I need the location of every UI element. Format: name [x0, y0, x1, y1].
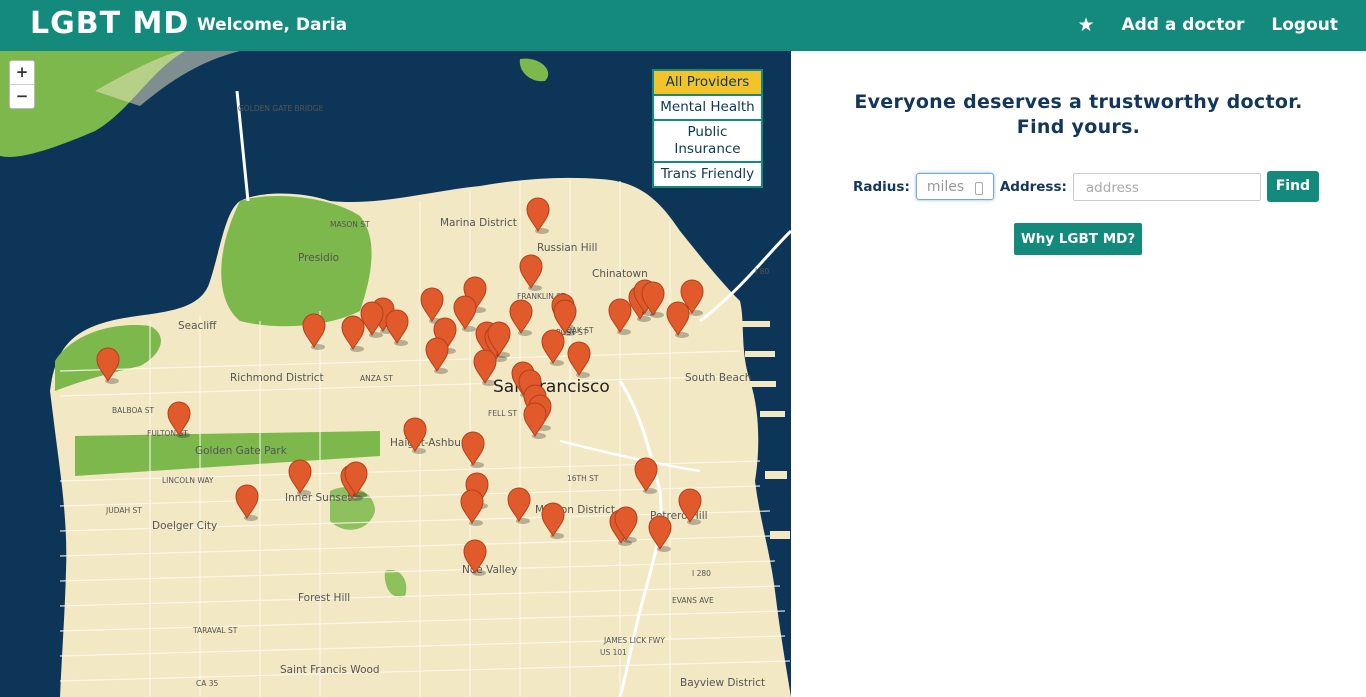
svg-text:Presidio: Presidio: [298, 252, 339, 264]
address-label: Address:: [999, 178, 1067, 195]
svg-text:Forest Hill: Forest Hill: [298, 592, 350, 604]
svg-text:Seacliff: Seacliff: [178, 320, 217, 332]
star-icon[interactable]: ★: [1077, 14, 1094, 36]
svg-text:Chinatown: Chinatown: [592, 268, 648, 280]
svg-text:GOLDEN GATE BRIDGE: GOLDEN GATE BRIDGE: [238, 104, 324, 113]
svg-text:JAMES LICK FWY: JAMES LICK FWY: [603, 636, 665, 645]
filter-trans-friendly[interactable]: Trans Friendly: [654, 163, 761, 186]
svg-text:Bayview District: Bayview District: [680, 677, 765, 689]
svg-text:Russian Hill: Russian Hill: [537, 242, 597, 254]
address-placeholder: address: [1085, 179, 1139, 196]
zoom-in-button[interactable]: +: [10, 61, 34, 85]
search-panel: Everyone deserves a trustworthy doctor. …: [791, 51, 1366, 697]
svg-text:Golden Gate Park: Golden Gate Park: [195, 445, 288, 457]
nav-links: ★ Add a doctor Logout: [1077, 14, 1338, 36]
why-lgbt-md-button[interactable]: Why LGBT MD?: [1014, 223, 1142, 255]
svg-text:Richmond District: Richmond District: [230, 372, 324, 384]
filter-mental-health[interactable]: Mental Health: [654, 96, 761, 121]
map-label: Marina District: [440, 217, 517, 229]
tagline: Everyone deserves a trustworthy doctor. …: [791, 90, 1366, 140]
add-doctor-link[interactable]: Add a doctor: [1121, 15, 1244, 35]
city-label: San Francisco: [493, 377, 610, 397]
top-navbar: LGBT MD Welcome, Daria ★ Add a doctor Lo…: [0, 0, 1366, 51]
svg-text:US 101: US 101: [600, 648, 627, 657]
svg-text:MASON ST: MASON ST: [330, 220, 370, 229]
provider-map[interactable]: Marina District Presidio Richmond Distri…: [0, 51, 791, 697]
svg-text:I 80: I 80: [755, 267, 769, 276]
svg-text:South Beach: South Beach: [685, 372, 751, 384]
svg-text:Haight-Ashbury: Haight-Ashbury: [390, 437, 471, 449]
find-button[interactable]: Find: [1266, 171, 1319, 202]
svg-text:Saint Francis Wood: Saint Francis Wood: [280, 664, 380, 676]
filter-public-insurance[interactable]: Public Insurance: [654, 121, 761, 163]
svg-text:Inner Sunset: Inner Sunset: [285, 492, 352, 504]
search-form: Radius: miles Address: address Find: [853, 171, 1319, 202]
svg-text:ANZA ST: ANZA ST: [360, 374, 393, 383]
radius-input[interactable]: miles: [915, 173, 994, 200]
brand-logo[interactable]: LGBT MD: [30, 6, 189, 41]
svg-text:TARAVAL ST: TARAVAL ST: [192, 626, 238, 635]
svg-text:BALBOA ST: BALBOA ST: [112, 406, 155, 415]
svg-text:CA 35: CA 35: [196, 679, 219, 688]
tagline-line-2: Find yours.: [1016, 116, 1141, 138]
svg-text:Doelger City: Doelger City: [152, 520, 217, 532]
svg-text:LINCOLN WAY: LINCOLN WAY: [162, 476, 214, 485]
zoom-out-button[interactable]: −: [10, 85, 34, 108]
filter-all-providers[interactable]: All Providers: [654, 71, 761, 96]
address-input[interactable]: address: [1072, 172, 1261, 201]
provider-filter: All Providers Mental Health Public Insur…: [652, 69, 763, 188]
welcome-message: Welcome, Daria: [197, 15, 348, 35]
spinner-icon[interactable]: [974, 182, 983, 195]
svg-text:EVANS AVE: EVANS AVE: [672, 596, 714, 605]
zoom-control: + −: [9, 60, 35, 109]
radius-label: Radius:: [853, 178, 910, 195]
logout-link[interactable]: Logout: [1271, 15, 1338, 35]
svg-text:JUDAH ST: JUDAH ST: [105, 506, 142, 515]
tagline-line-1: Everyone deserves a trustworthy doctor.: [854, 91, 1303, 113]
svg-text:I 280: I 280: [692, 569, 711, 578]
svg-text:FELL ST: FELL ST: [488, 409, 518, 418]
radius-placeholder: miles: [926, 179, 965, 195]
svg-text:16TH ST: 16TH ST: [567, 474, 599, 483]
